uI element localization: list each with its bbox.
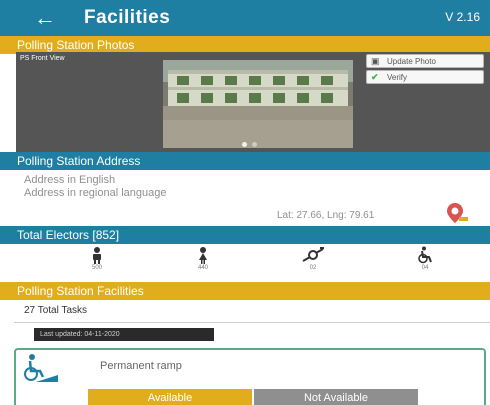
female-icon — [199, 247, 207, 264]
app-bar: ← Facilities V 2.16 — [0, 0, 490, 36]
third-gender-icon — [302, 247, 324, 262]
last-updated-chip: Last updated: 04-11-2020 — [34, 328, 214, 341]
pwd-count: 04 — [421, 265, 429, 271]
third-gender-count: 02 — [309, 265, 317, 271]
elector-third-gender: 02 — [288, 246, 338, 271]
carousel-dot[interactable] — [242, 142, 247, 147]
elector-male: 500 — [72, 246, 122, 271]
male-icon — [93, 247, 101, 264]
available-button[interactable]: Available — [88, 389, 252, 405]
electors-row: 500 440 02 04 — [0, 246, 490, 280]
address-section-header: Polling Station Address — [0, 152, 490, 170]
facility-name: Permanent ramp — [100, 360, 182, 372]
check-icon: ✔ — [371, 71, 379, 82]
elector-female: 440 — [178, 246, 228, 271]
polling-station-photo[interactable] — [163, 60, 353, 148]
update-photo-button[interactable]: ▣ Update Photo — [366, 54, 484, 68]
elector-pwd: 04 — [400, 246, 450, 271]
lat-lng-label: Lat: 27.66, Lng: 79.61 — [277, 210, 375, 221]
update-photo-label: Update Photo — [387, 56, 436, 66]
version-label: V 2.16 — [445, 10, 480, 24]
wheelchair-icon — [418, 246, 432, 264]
facilities-section-header: Polling Station Facilities — [0, 282, 490, 300]
male-count: 500 — [91, 265, 102, 271]
electors-section-header: Total Electors [852] — [0, 226, 490, 244]
address-regional: Address in regional language — [24, 187, 167, 199]
page-title: Facilities — [84, 7, 171, 28]
ramp-icon — [24, 354, 58, 382]
divider — [14, 322, 490, 323]
total-tasks-label: 27 Total Tasks — [24, 305, 88, 316]
verify-label: Verify — [387, 72, 408, 82]
address-block: Address in English Address in regional l… — [24, 174, 167, 200]
verify-button[interactable]: ✔ Verify — [366, 70, 484, 84]
address-english: Address in English — [24, 174, 116, 186]
carousel-dot[interactable] — [252, 142, 257, 147]
female-count: 440 — [197, 265, 208, 271]
photo-caption: PS Front View — [20, 55, 65, 62]
photo-panel[interactable]: PS Front View ▣ Update Photo ✔ Verify — [16, 52, 490, 152]
carousel-dots — [242, 142, 257, 147]
camera-icon: ▣ — [371, 55, 380, 66]
facility-card: Permanent ramp Available Not Available — [14, 348, 486, 405]
back-arrow-icon[interactable]: ← — [34, 0, 66, 36]
map-pin-icon[interactable] — [445, 201, 469, 225]
not-available-button[interactable]: Not Available — [254, 389, 418, 405]
